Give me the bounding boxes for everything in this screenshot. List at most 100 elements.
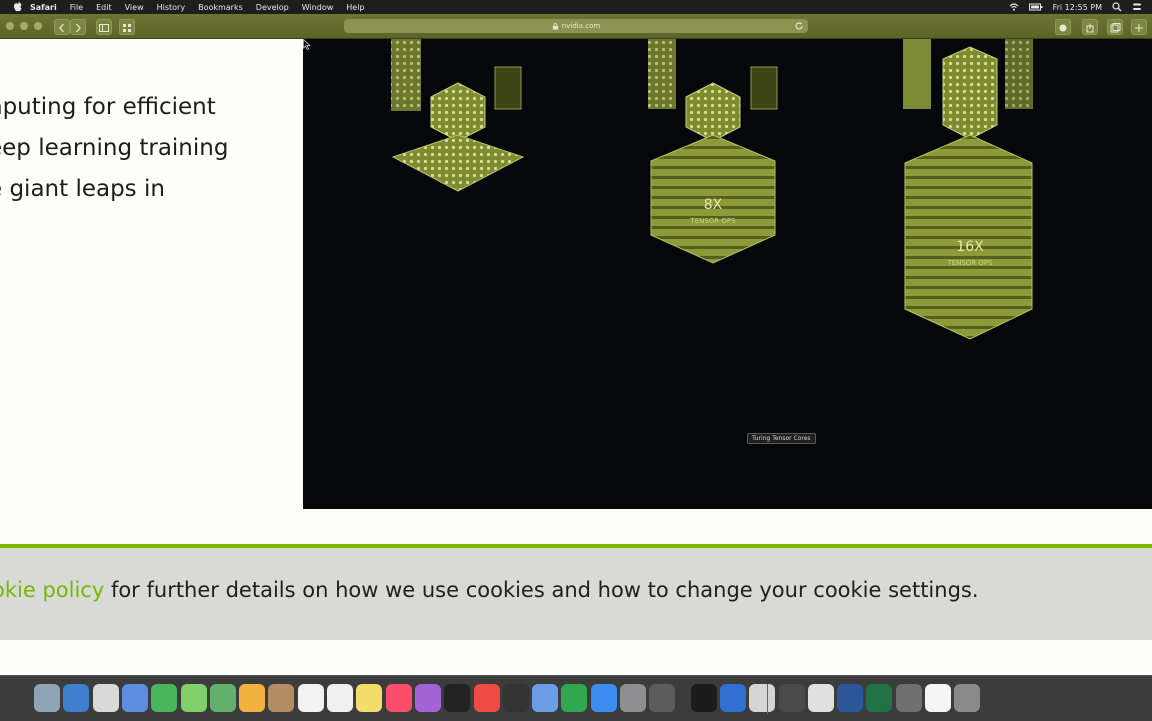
app3-icon[interactable] [807,684,834,712]
numbers-icon[interactable] [561,684,588,712]
menu-edit[interactable]: Edit [96,3,112,12]
tab-overview-button[interactable] [1131,19,1147,35]
tensor-core-graphic: 8X TENSOR OPS 16X TENSOR OPS [391,39,1033,340]
minimize-window-button[interactable] [20,22,28,30]
menu-view[interactable]: View [125,3,144,12]
menu-bookmarks[interactable]: Bookmarks [198,3,243,12]
app-icon[interactable] [749,684,776,712]
matrix-panel [494,66,522,110]
excel-icon[interactable] [866,684,893,712]
menu-file[interactable]: File [70,3,83,12]
battery-icon[interactable] [1028,2,1043,12]
launchpad-icon[interactable] [63,684,90,712]
reminders-icon[interactable] [327,684,353,712]
lock-icon [552,22,558,30]
xcode-icon[interactable] [719,684,746,712]
download-icon [1059,24,1067,32]
menu-window[interactable]: Window [302,3,334,12]
menu-history[interactable]: History [157,3,185,12]
menu-bar: Safari File Edit View History Bookmarks … [0,0,1152,14]
chevron-left-icon [59,23,64,33]
matrix-panel [750,66,778,110]
apple-icon[interactable] [12,1,24,13]
sidebar-icon [99,24,109,32]
cookie-message: okie policy for further details on how w… [0,578,979,602]
tv-icon[interactable] [444,684,471,712]
matrix-panel [903,39,931,109]
matrix-panel [1005,39,1033,109]
reload-icon[interactable] [794,21,804,31]
menu-develop[interactable]: Develop [256,3,289,12]
stack-label-big: 16X [956,239,984,255]
preferences-icon[interactable] [620,684,646,712]
stack-label-big: 8X [704,197,723,213]
share-extension-button[interactable] [119,19,135,35]
cookie-policy-link[interactable]: okie policy [0,578,104,602]
terminal-icon[interactable] [690,684,717,712]
back-button[interactable] [54,19,70,35]
document-icon[interactable] [925,684,951,712]
menu-help[interactable]: Help [346,3,364,12]
tensor-core-animation[interactable]: 8X TENSOR OPS 16X TENSOR OPS Turing Tens… [303,39,1152,509]
stack-label-small: TENSOR OPS [689,217,736,225]
url-text: nvidia.com [561,22,601,30]
photos-icon[interactable] [239,684,266,712]
finder-icon[interactable] [34,684,60,712]
plus-icon [1135,24,1143,32]
wifi-icon[interactable] [1009,2,1019,12]
tensor-cube [430,82,486,142]
word-icon[interactable] [837,684,864,712]
close-window-button[interactable] [6,22,14,30]
podcasts-icon[interactable] [414,684,441,712]
chevron-right-icon [76,23,81,33]
mail-icon[interactable] [121,684,148,712]
news-icon[interactable] [473,684,500,712]
matrix-panel [391,39,421,111]
tensor-stack [904,134,1033,340]
share-icon [1086,23,1094,33]
address-bar[interactable]: nvidia.com [344,19,808,33]
headline-line-1: nputing for efficient [0,94,216,120]
tabs-icon [1110,23,1121,33]
headline-line-2: eep learning training [0,135,229,161]
new-tab-button[interactable] [1107,19,1123,35]
keynote-icon[interactable] [532,684,559,712]
share-button[interactable] [1082,19,1098,35]
matrix-panel [648,39,676,109]
trash-icon[interactable] [954,684,981,712]
maps-icon[interactable] [209,684,236,712]
messages-icon[interactable] [180,684,207,712]
page-headline: nputing for efficient eep learning train… [0,87,300,210]
tensor-grid-base [391,134,525,192]
browser-toolbar: nvidia.com [0,14,1152,39]
music-icon[interactable] [385,684,412,712]
cookie-banner: okie policy for further details on how w… [0,544,1152,640]
tensor-group-middle: 8X TENSOR OPS [648,39,778,264]
cookie-message-text: for further details on how we use cookie… [104,578,979,602]
screenshot-icon[interactable] [649,684,676,712]
tensor-cube [685,82,741,142]
contacts-icon[interactable] [268,684,295,712]
appstore-icon[interactable] [590,684,617,712]
search-icon[interactable] [1112,2,1122,12]
forward-button[interactable] [70,19,86,35]
menu-app-name[interactable]: Safari [30,3,57,12]
downloads-button[interactable] [1055,19,1071,35]
app4-icon[interactable] [895,684,922,712]
sidebar-button[interactable] [96,19,112,35]
control-center-icon[interactable] [1132,2,1142,12]
menu-clock[interactable]: Fri 12:55 PM [1053,3,1102,12]
tooltip: Turing Tensor Cores [747,433,816,444]
mouse-cursor-icon [303,39,311,50]
grid-icon [123,24,131,32]
zoom-window-button[interactable] [34,22,42,30]
tensor-cube [942,46,998,140]
stocks-icon[interactable] [502,684,529,712]
dock-separator [767,684,768,714]
notes-icon[interactable] [356,684,383,712]
headline-line-3: e giant leaps in [0,176,165,202]
facetime-icon[interactable] [151,684,178,712]
app2-icon[interactable] [778,684,805,712]
calendar-icon[interactable] [297,684,324,712]
safari-icon[interactable] [92,684,119,712]
